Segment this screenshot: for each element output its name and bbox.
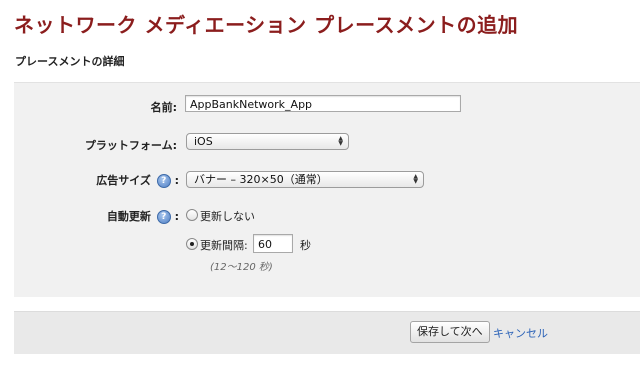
auto-refresh-label: 自動更新 ? : [60, 208, 179, 224]
platform-selected-value: iOS [194, 135, 213, 148]
auto-refresh-colon: : [174, 210, 179, 223]
radio-refresh-interval[interactable] [186, 238, 198, 250]
auto-refresh-label-text: 自動更新 [106, 210, 151, 223]
ad-size-label-text: 広告サイズ [96, 174, 151, 187]
cancel-link[interactable]: キャンセル [493, 325, 548, 341]
refresh-interval-input[interactable]: 60 [253, 234, 293, 253]
interval-range-hint: (12〜120 秒) [210, 262, 273, 273]
name-label: 名前: [150, 101, 177, 114]
help-icon[interactable]: ? [156, 174, 171, 188]
save-next-button[interactable]: 保存して次へ [410, 321, 490, 343]
interval-unit: 秒 [300, 239, 311, 252]
help-icon[interactable]: ? [156, 210, 171, 224]
radio-refresh-interval-label[interactable]: 更新間隔: [200, 237, 248, 253]
radio-no-refresh-label[interactable]: 更新しない [200, 208, 255, 224]
radio-no-refresh[interactable] [186, 209, 198, 221]
platform-select[interactable]: iOS ▲ ▼ [186, 133, 349, 150]
page-title: ネットワーク メディエーション プレースメントの追加 [14, 13, 519, 37]
platform-label: プラットフォーム: [84, 139, 177, 152]
ad-size-select[interactable]: バナー – 320×50（通常） ▲ ▼ [186, 171, 424, 188]
select-arrows-icon: ▲ ▼ [413, 173, 418, 185]
ad-size-selected-value: バナー – 320×50（通常） [194, 173, 328, 186]
ad-size-label: 広告サイズ ? : [60, 172, 179, 188]
ad-size-colon: : [174, 174, 179, 187]
name-input[interactable]: AppBankNetwork_App [185, 95, 461, 112]
select-arrows-icon: ▲ ▼ [338, 135, 343, 147]
section-title: プレースメントの詳細 [15, 55, 125, 68]
